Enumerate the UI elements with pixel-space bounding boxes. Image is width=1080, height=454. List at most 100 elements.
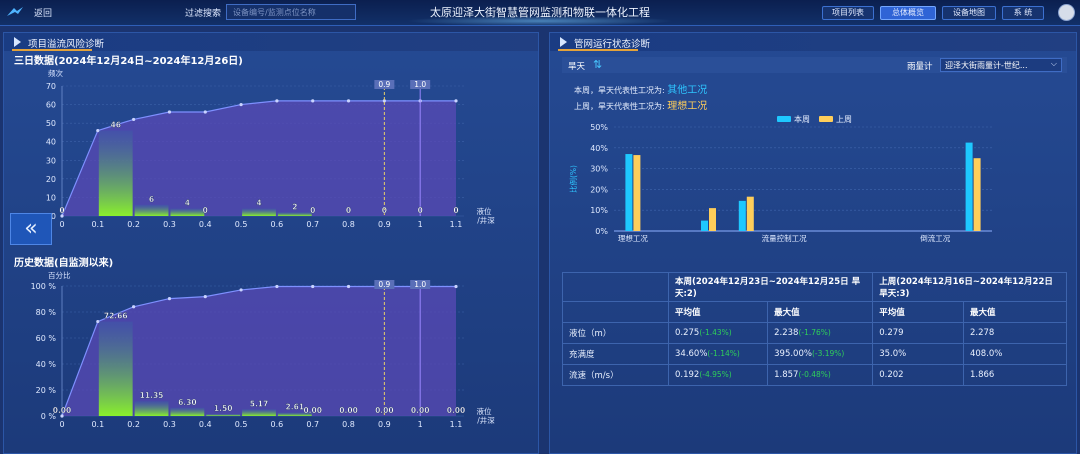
cumulative-point [239, 288, 243, 292]
bar-value-label: 0 [418, 206, 423, 215]
row-name: 充满度 [562, 343, 669, 365]
cell-value: 1.857 [774, 370, 799, 380]
cumulative-point [203, 295, 207, 299]
series-bar [746, 196, 754, 231]
nav-system-button[interactable]: 系 统 [1002, 6, 1044, 20]
histogram-bar [170, 407, 205, 416]
table-subheader-row: 平均值 最大值 平均值 最大值 [562, 301, 1068, 323]
x-tick-label: 1.1 [450, 220, 463, 229]
table-row: 充满度 34.60%(-1.14%) 395.00%(-3.19%) 35.0%… [562, 343, 1068, 365]
weather-status-bar: 旱天 ⇅ 雨量计 迎泽大街雨量计-世纪... ⌵ [562, 57, 1067, 73]
collapse-left-button[interactable]: « [10, 213, 52, 245]
table-header-row: 本周(2024年12月23日~2024年12月25日 旱天:2) 上周(2024… [562, 272, 1067, 302]
series-bar [973, 158, 981, 231]
chevron-down-icon: ⌵ [1050, 59, 1057, 68]
histogram-bar [134, 204, 169, 216]
y-tick-label: 70 [46, 82, 56, 91]
bar-value-label: 1.50 [214, 404, 233, 413]
histogram-bar [98, 130, 133, 216]
table-cell: 2.238(-1.76%) [767, 322, 874, 344]
x-tick-label: 0.8 [342, 220, 355, 229]
user-avatar-icon[interactable] [1058, 4, 1075, 21]
table-cell: 1.857(-0.48%) [767, 364, 874, 386]
last-week-condition-value: 理想工况 [667, 101, 708, 112]
cumulative-point [346, 99, 351, 103]
cumulative-point [203, 110, 207, 114]
cumulative-point [346, 284, 351, 289]
x-tick-label: 0.7 [306, 220, 319, 229]
top-bar: 返回 过滤搜索 设备编号/监测点位名称 太原迎泽大街智慧管网监测和物联一体化工程… [0, 0, 1080, 26]
threshold-label: 1.0 [414, 80, 426, 89]
cumulative-point [167, 110, 172, 114]
y-tick-label: 10 [46, 193, 56, 202]
history-chart: 0 %20 %40 %60 %80 %100 % 0.9 1.00.0072.661… [31, 280, 495, 429]
bar-value-label: 6 [149, 195, 154, 204]
cell-value: 0.192 [675, 370, 700, 380]
bar-value-label: 0.00 [303, 406, 322, 415]
cumulative-point [454, 284, 458, 289]
x-tick-label: 1 [418, 420, 423, 429]
legend-swatch [819, 116, 833, 122]
x-tick-label: 0.6 [271, 420, 284, 429]
table-cell: 34.60%(-1.14%) [667, 343, 769, 365]
y-axis-label: 比例(%) [568, 165, 578, 193]
table-subheader: 平均值 [872, 301, 964, 323]
bar-value-label: 0 [310, 206, 315, 215]
this-week-header: 本周(2024年12月23日~2024年12月25日 旱天:2) [667, 272, 874, 302]
x-tick-label: 0.3 [163, 220, 176, 229]
y-tick-label: 100 % [31, 282, 57, 291]
x-axis-label: 液位 [477, 206, 492, 216]
x-tick-label: 0.1 [91, 420, 104, 429]
series-bar [965, 142, 973, 231]
y-tick-label: 20% [590, 185, 608, 194]
nav-project-list-button[interactable]: 项目列表 [822, 6, 874, 20]
y-tick-label: 40% [590, 144, 608, 153]
row-name: 流速（m/s） [562, 364, 669, 386]
x-tick-label: 0.2 [127, 220, 140, 229]
cell-value: 34.60% [675, 349, 708, 359]
nav-device-map-button[interactable]: 设备地图 [942, 6, 996, 20]
table-subheader-empty [562, 301, 669, 323]
bar-value-label: 0.00 [447, 406, 466, 415]
left-panel-header: 项目溢流风险诊断 [4, 33, 538, 51]
table-subheader: 最大值 [767, 301, 874, 323]
x-tick-label: 0.2 [127, 420, 140, 429]
x-axis-label: /井深 [477, 215, 495, 225]
series-bar [709, 208, 716, 231]
histogram-bar [98, 321, 133, 416]
panel-arrow-icon [560, 37, 567, 47]
category-label: 倒流工况 [920, 233, 950, 243]
header-underline [12, 49, 92, 51]
cell-value: 2.238 [774, 328, 799, 338]
three-day-title: 三日数据(2024年12月24日~2024年12月26日) [14, 56, 243, 67]
condition-comparison-chart: 0% 10% 20% 30% 40% 50% 比例(%) 理想工况 流量控制工况 倒流工况 本周 上周 [568, 114, 992, 243]
bar-value-label: 46 [111, 121, 121, 130]
table-cell: 1.866 [962, 364, 1068, 386]
cumulative-point [239, 102, 243, 107]
series-bar [633, 155, 641, 231]
y-tick-label: 50 [46, 119, 56, 128]
x-tick-label: 0.5 [235, 420, 248, 429]
series-bar [738, 200, 746, 231]
bar-value-label: 4 [185, 199, 190, 208]
cumulative-point [311, 284, 315, 289]
change-percent: (-1.43%) [699, 328, 732, 337]
change-percent: (-3.19%) [811, 349, 845, 358]
x-axis-label: 液位 [477, 406, 492, 416]
bar-value-label: 0.00 [375, 406, 394, 415]
legend-swatch [777, 116, 791, 122]
bar-value-label: 0.00 [411, 406, 430, 415]
last-week-condition-label: 上周，旱天代表性工况为: [574, 102, 665, 111]
toggle-arrows-icon[interactable]: ⇅ [593, 58, 602, 71]
x-tick-label: 0.9 [378, 220, 391, 229]
bar-value-label: 11.35 [140, 391, 164, 400]
rain-gauge-select[interactable]: 迎泽大街雨量计-世纪... ⌵ [940, 58, 1062, 72]
three-day-chart: 010203040506070 0.9 1.00466 404 2 0 0 0 0 00 0.1 0.… [46, 80, 495, 229]
x-tick-label: 0 [59, 420, 64, 429]
bar-value-label: 0 [203, 206, 208, 215]
table-cell: 408.0% [962, 343, 1068, 365]
x-tick-label: 0.4 [199, 220, 212, 229]
rain-gauge-value: 迎泽大街雨量计-世纪... [945, 61, 1028, 70]
nav-overview-button[interactable]: 总体概览 [880, 6, 936, 20]
bar-value-label: 2.61 [286, 403, 305, 412]
